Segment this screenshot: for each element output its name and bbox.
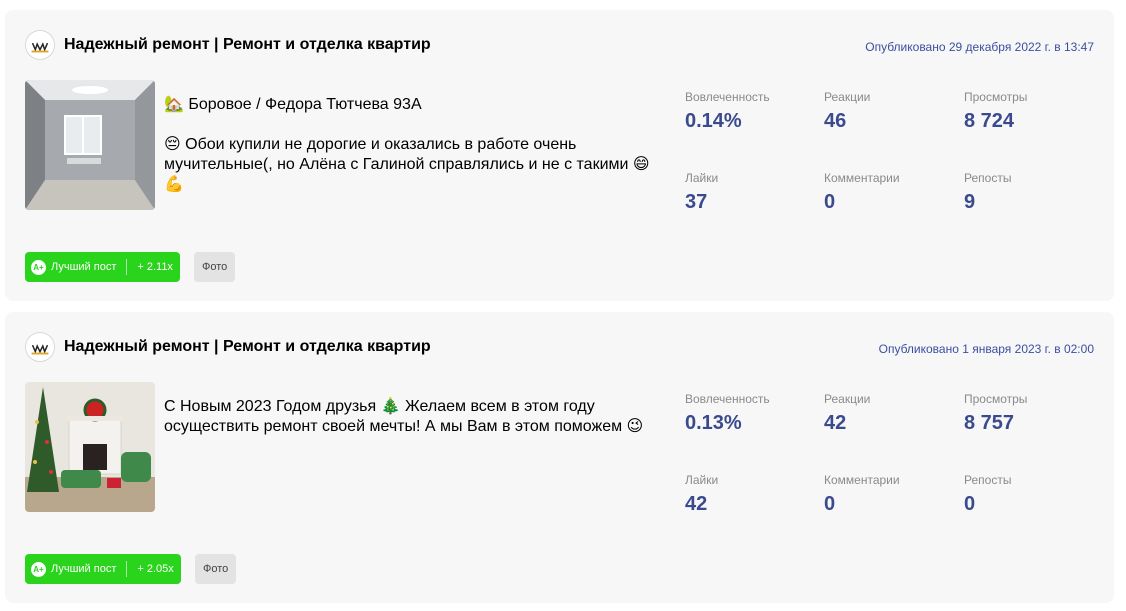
post-text-line: С Новым 2023 Годом друзья 🎄 Желаем всем …: [164, 398, 644, 435]
stat-label: Репосты: [964, 171, 1012, 185]
stat-label: Реакции: [824, 90, 871, 104]
stat-value: 0: [824, 493, 836, 515]
post-type-tag[interactable]: Фото: [194, 252, 236, 282]
a-plus-icon: A+: [31, 561, 46, 577]
stat-label: Вовлеченность: [685, 90, 770, 104]
stat-likes: Лайки 37: [685, 171, 718, 214]
stat-comments: Комментарии 0: [824, 171, 900, 214]
stat-views: Просмотры 8 724: [964, 90, 1027, 133]
stat-reposts: Репосты 9: [964, 171, 1011, 214]
stat-value: 37: [685, 191, 708, 213]
stat-value: 42: [824, 412, 847, 434]
group-avatar[interactable]: [25, 30, 55, 60]
group-avatar[interactable]: [25, 332, 55, 362]
stat-label: Лайки: [685, 473, 719, 487]
stat-value: 0.14%: [685, 110, 742, 132]
post-type-tag[interactable]: Фото: [195, 554, 237, 584]
badge-divider: [126, 259, 128, 275]
stat-label: Просмотры: [964, 90, 1028, 104]
best-post-multiplier: + 2.11x: [137, 261, 173, 273]
stat-value: 42: [685, 493, 708, 515]
best-post-label: Лучший пост: [51, 261, 117, 273]
stat-value: 0.13%: [685, 412, 742, 434]
badge-divider: [126, 561, 128, 577]
stat-reposts: Репосты 0: [964, 473, 1011, 516]
stat-comments: Комментарии 0: [824, 473, 900, 516]
stat-value: 9: [964, 191, 976, 213]
stat-reactions: Реакции 46: [824, 90, 870, 133]
stat-value: 0: [964, 493, 976, 515]
stat-value: 46: [824, 110, 847, 132]
best-post-label: Лучший пост: [51, 563, 117, 575]
post-image[interactable]: [25, 382, 155, 512]
post-image[interactable]: [25, 80, 155, 210]
stat-engagement: Вовлеченность 0.13%: [685, 392, 770, 435]
published-date: Опубликовано 29 декабря 2022 г. в 13:47: [865, 40, 1094, 54]
post-text: С Новым 2023 Годом друзья 🎄 Желаем всем …: [164, 397, 664, 437]
stat-label: Реакции: [824, 392, 871, 406]
stat-label: Репосты: [964, 473, 1012, 487]
post-card: Надежный ремонт | Ремонт и отделка кварт…: [5, 312, 1114, 603]
stat-label: Просмотры: [964, 392, 1028, 406]
stat-value: 8 724: [964, 110, 1015, 132]
stat-engagement: Вовлеченность 0.14%: [685, 90, 770, 133]
stat-label: Лайки: [685, 171, 719, 185]
stat-reactions: Реакции 42: [824, 392, 870, 435]
post-text: 🏡 Боровое / Федора Тютчева 93А 😔 Обои ку…: [164, 95, 664, 195]
best-post-badge[interactable]: A+ Лучший пост + 2.05x: [25, 554, 181, 584]
best-post-badge[interactable]: A+ Лучший пост + 2.11x: [25, 252, 180, 282]
stat-likes: Лайки 42: [685, 473, 718, 516]
group-name[interactable]: Надежный ремонт | Ремонт и отделка кварт…: [64, 338, 431, 356]
stat-label: Вовлеченность: [685, 392, 770, 406]
stat-value: 0: [824, 191, 836, 213]
stat-label: Комментарии: [824, 473, 900, 487]
a-plus-icon: A+: [31, 259, 46, 275]
group-name[interactable]: Надежный ремонт | Ремонт и отделка кварт…: [64, 36, 431, 54]
published-date: Опубликовано 1 января 2023 г. в 02:00: [878, 342, 1094, 356]
post-text-line: 🏡 Боровое / Федора Тютчева 93А: [164, 96, 422, 113]
best-post-multiplier: + 2.05x: [137, 563, 174, 575]
stat-value: 8 757: [964, 412, 1015, 434]
stat-views: Просмотры 8 757: [964, 392, 1027, 435]
post-text-line: 😔 Обои купили не дорогие и оказались в р…: [164, 136, 650, 193]
stat-label: Комментарии: [824, 171, 900, 185]
post-card: Надежный ремонт | Ремонт и отделка кварт…: [5, 10, 1114, 301]
